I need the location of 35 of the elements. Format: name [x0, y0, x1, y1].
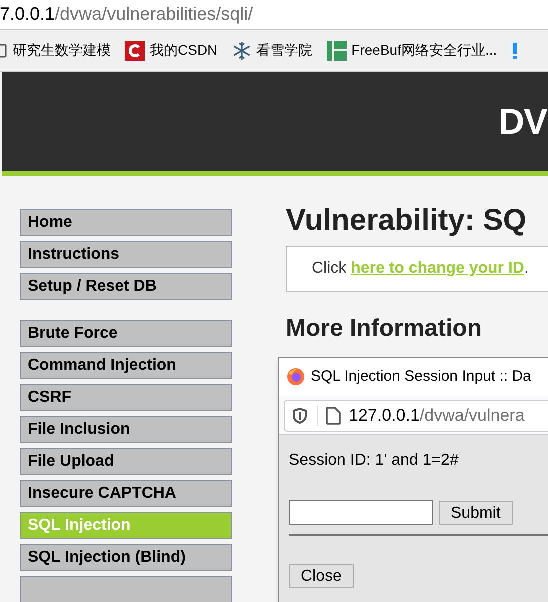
firefox-logo-icon [287, 368, 305, 386]
logo-text: DV [498, 100, 547, 144]
shield-icon [293, 408, 307, 424]
nav-menu-item[interactable]: Command Injection [20, 352, 232, 379]
nav-menu-item[interactable]: CSRF [20, 384, 232, 411]
c-logo-icon [125, 40, 145, 60]
notice-text: Click here to change your ID. [312, 259, 529, 279]
nav-menu-item[interactable]: Insecure CAPTCHA [20, 480, 232, 507]
nav-menu-item[interactable]: Instructions [20, 241, 232, 268]
snowflake-icon [232, 40, 252, 60]
popup-title: SQL Injection Session Input :: Da [311, 366, 532, 387]
bookmark-link[interactable]: 研究生数学建模 [13, 40, 111, 61]
nav-menu-item[interactable]: File Upload [20, 448, 232, 475]
session-input-field[interactable] [289, 500, 433, 525]
page-title: Vulnerability: SQ [286, 203, 528, 239]
section-heading: More Information [286, 314, 483, 344]
address-bar[interactable]: 7.0.0.1/dvwa/vulnerabilities/sqli/ [0, 0, 548, 30]
popup-url-path: /dvwa/vulnera [420, 405, 525, 428]
url-path: /dvwa/vulnerabilities/sqli/ [55, 3, 254, 26]
close-button[interactable]: Close [289, 564, 354, 588]
popup-url-host: 127.0.0.1 [349, 405, 420, 428]
nav-menu-item[interactable]: SQL Injection (Blind) [20, 544, 232, 571]
nav-menu-item[interactable]: File Inclusion [20, 416, 232, 443]
bookmark-link[interactable]: FreeBuf网络安全行业... [352, 40, 498, 61]
nav-menu-item[interactable]: Home [20, 209, 232, 236]
bookmark-link[interactable]: 看雪学院 [256, 40, 313, 61]
submit-button[interactable]: Submit [439, 500, 513, 524]
session-id-text: Session ID: 1' and 1=2# [289, 451, 460, 471]
nav-menu-item[interactable]: Setup / Reset DB [20, 273, 232, 300]
freebuf-logo-icon [326, 40, 347, 60]
bookmark-link[interactable]: 我的CSDN [150, 40, 218, 61]
url-host: 7.0.0.1 [0, 3, 56, 26]
page-icon [326, 407, 341, 425]
exclamation-icon [511, 40, 520, 60]
nav-menu-item[interactable]: Brute Force [20, 320, 232, 347]
